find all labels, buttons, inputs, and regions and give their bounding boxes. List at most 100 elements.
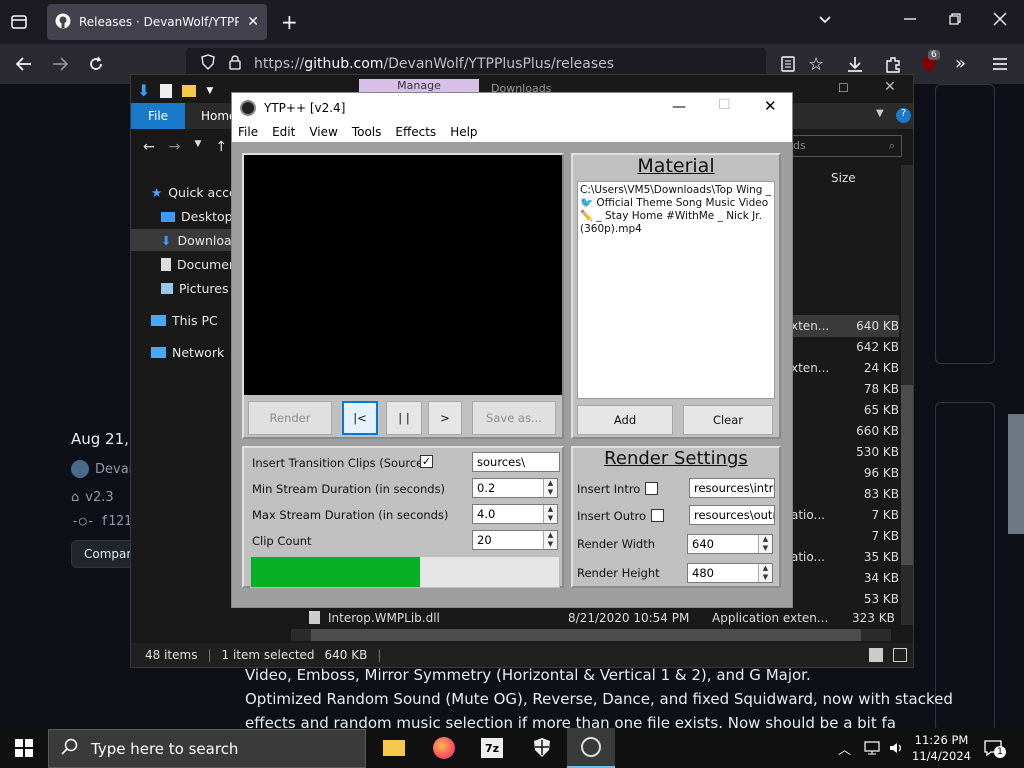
chevron-down-icon[interactable]: ▼ [206,86,213,96]
nav-downloads[interactable]: ⬇ Downloa [161,233,232,248]
taskbar-7zip-icon[interactable]: 7z [468,728,516,768]
recent-icon[interactable]: ▼ [194,139,201,155]
folder-icon[interactable] [182,84,197,97]
taskbar-firefox-icon[interactable] [420,728,468,768]
render-height-stepper[interactable]: 480 ▲ ▼ [687,563,773,583]
spinner-arrows-icon[interactable]: ▲ ▼ [758,535,772,553]
chevron-down-icon[interactable]: ▼ [876,108,884,119]
tab-close-icon[interactable]: ✕ [247,14,259,30]
taskbar-security-icon[interactable] [518,728,566,768]
add-button[interactable]: Add [577,405,673,435]
large-icons-view-icon[interactable] [893,648,907,662]
minimize-icon[interactable]: — [672,99,686,115]
desktop-icon [161,211,175,222]
sources-field[interactable]: sources\ [472,452,560,472]
close-icon[interactable]: ✕ [764,97,777,115]
clock-time: 11:26 PM [914,733,969,747]
nav-documents[interactable]: Documer [161,257,234,272]
nav-desktop[interactable]: Desktop [161,209,233,224]
taskbar-search-box[interactable]: Type here to search [48,729,366,768]
downloads-icon[interactable] [846,55,864,76]
horizontal-scrollbar[interactable] [291,629,891,641]
help-icon[interactable]: ? [896,108,911,123]
render-width-stepper[interactable]: 640 ▲ ▼ [687,534,773,554]
spinner-arrows-icon[interactable]: ▲ ▼ [543,505,557,523]
ublock-extension-icon[interactable]: 6 [920,50,940,76]
bookmark-star-icon[interactable]: ☆ [808,54,824,75]
forward-icon[interactable] [51,55,69,76]
material-list[interactable]: C:\Users\VM5\Downloads\Top Wing _ 🐦 Offi… [577,181,775,399]
forward-icon[interactable]: → [169,139,181,155]
close-icon[interactable]: ✕ [884,79,896,95]
status-item-count: 48 items [145,648,198,662]
spinner-arrows-icon[interactable]: ▲ ▼ [543,479,557,497]
taskbar-ytp-icon[interactable] [567,728,615,768]
system-clock[interactable]: 11:26 PM 11/4/2024 [912,732,971,764]
vertical-scrollbar[interactable] [901,165,913,625]
extensions-icon[interactable] [884,55,902,76]
tracking-shield-icon[interactable] [200,54,216,74]
menu-view[interactable]: View [309,125,337,139]
nav-pictures[interactable]: Pictures [161,281,229,296]
min-stream-stepper[interactable]: 0.2 ▲ ▼ [472,478,558,498]
show-hidden-icons-icon[interactable]: ︿ [838,739,851,758]
list-item[interactable]: Interop.WMPLib.dll 8/21/2020 10:54 PM Ap… [309,611,899,625]
insert-transition-checkbox[interactable]: ✓ [420,455,433,468]
insert-intro-checkbox[interactable] [645,482,658,495]
tab-list-icon[interactable] [10,13,28,34]
pause-button[interactable]: | | [386,401,422,435]
clear-button[interactable]: Clear [683,405,773,435]
insert-outro-checkbox[interactable] [651,509,664,522]
volume-icon[interactable] [888,740,904,759]
up-icon[interactable]: ↑ [215,139,227,155]
checklist-icon[interactable] [160,83,173,98]
clip-count-stepper[interactable]: 20 ▲ ▼ [472,530,558,550]
ytp-window: YTP++ [v2.4] — ☐ ✕ File Edit View Tools … [231,92,793,608]
notification-center-icon[interactable]: 1 [983,738,1006,761]
outro-path-field[interactable]: resources\outro. [689,505,775,525]
menu-file[interactable]: File [238,125,258,139]
intro-path-field[interactable]: resources\intro.n [689,478,775,498]
play-button[interactable]: > [428,401,462,435]
maximize-icon[interactable]: ☐ [718,97,731,113]
browser-tab-releases[interactable]: Releases · DevanWolf/YTPPlusP ✕ [47,4,267,40]
file-type-cell: atio... [791,550,825,564]
minimize-icon[interactable] [903,12,917,29]
list-item[interactable]: C:\Users\VM5\Downloads\Top Wing _ 🐦 Offi… [580,184,772,236]
windows-start-icon[interactable] [15,739,33,760]
menu-help[interactable]: Help [450,125,477,139]
new-tab-button[interactable]: + [281,10,298,34]
release-tag[interactable]: ⌂ v2.3 [71,490,114,505]
network-tray-icon[interactable] [864,740,880,759]
overflow-menu-icon[interactable]: » [955,53,966,74]
back-icon[interactable] [15,55,33,76]
restore-icon[interactable] [948,12,962,29]
menu-edit[interactable]: Edit [272,125,295,139]
reload-icon[interactable] [87,55,105,76]
list-all-tabs-icon[interactable] [818,12,832,29]
search-input[interactable]: ds ⌕ [786,135,902,157]
spinner-arrows-icon[interactable]: ▲ ▼ [758,564,772,582]
release-commit[interactable]: -○- f121 [71,514,132,529]
render-button[interactable]: Render [248,401,332,435]
spinner-arrows-icon[interactable]: ▲ ▼ [543,531,557,549]
taskbar-file-explorer-icon[interactable] [370,728,418,768]
file-size-cell: 640 KB [856,319,899,333]
lock-icon[interactable] [228,54,242,74]
column-header-size[interactable]: Size [831,171,856,185]
page-scrollbar[interactable] [1008,414,1024,534]
rewind-button[interactable]: |< [342,401,378,435]
back-icon[interactable]: ← [143,139,155,155]
maximize-icon[interactable]: ☐ [838,81,849,95]
close-icon[interactable] [993,12,1007,29]
release-author[interactable]: Devan [71,460,137,478]
hamburger-menu-icon[interactable] [991,55,1009,76]
max-stream-stepper[interactable]: 4.0 ▲ ▼ [472,504,558,524]
save-as-button[interactable]: Save as... [472,401,556,435]
tab-file[interactable]: File [131,103,185,129]
menu-tools[interactable]: Tools [352,125,382,139]
details-view-icon[interactable] [869,648,883,662]
nav-quick-access[interactable]: ★ Quick acce [151,185,237,200]
reader-view-icon[interactable] [780,55,796,76]
menu-effects[interactable]: Effects [395,125,436,139]
